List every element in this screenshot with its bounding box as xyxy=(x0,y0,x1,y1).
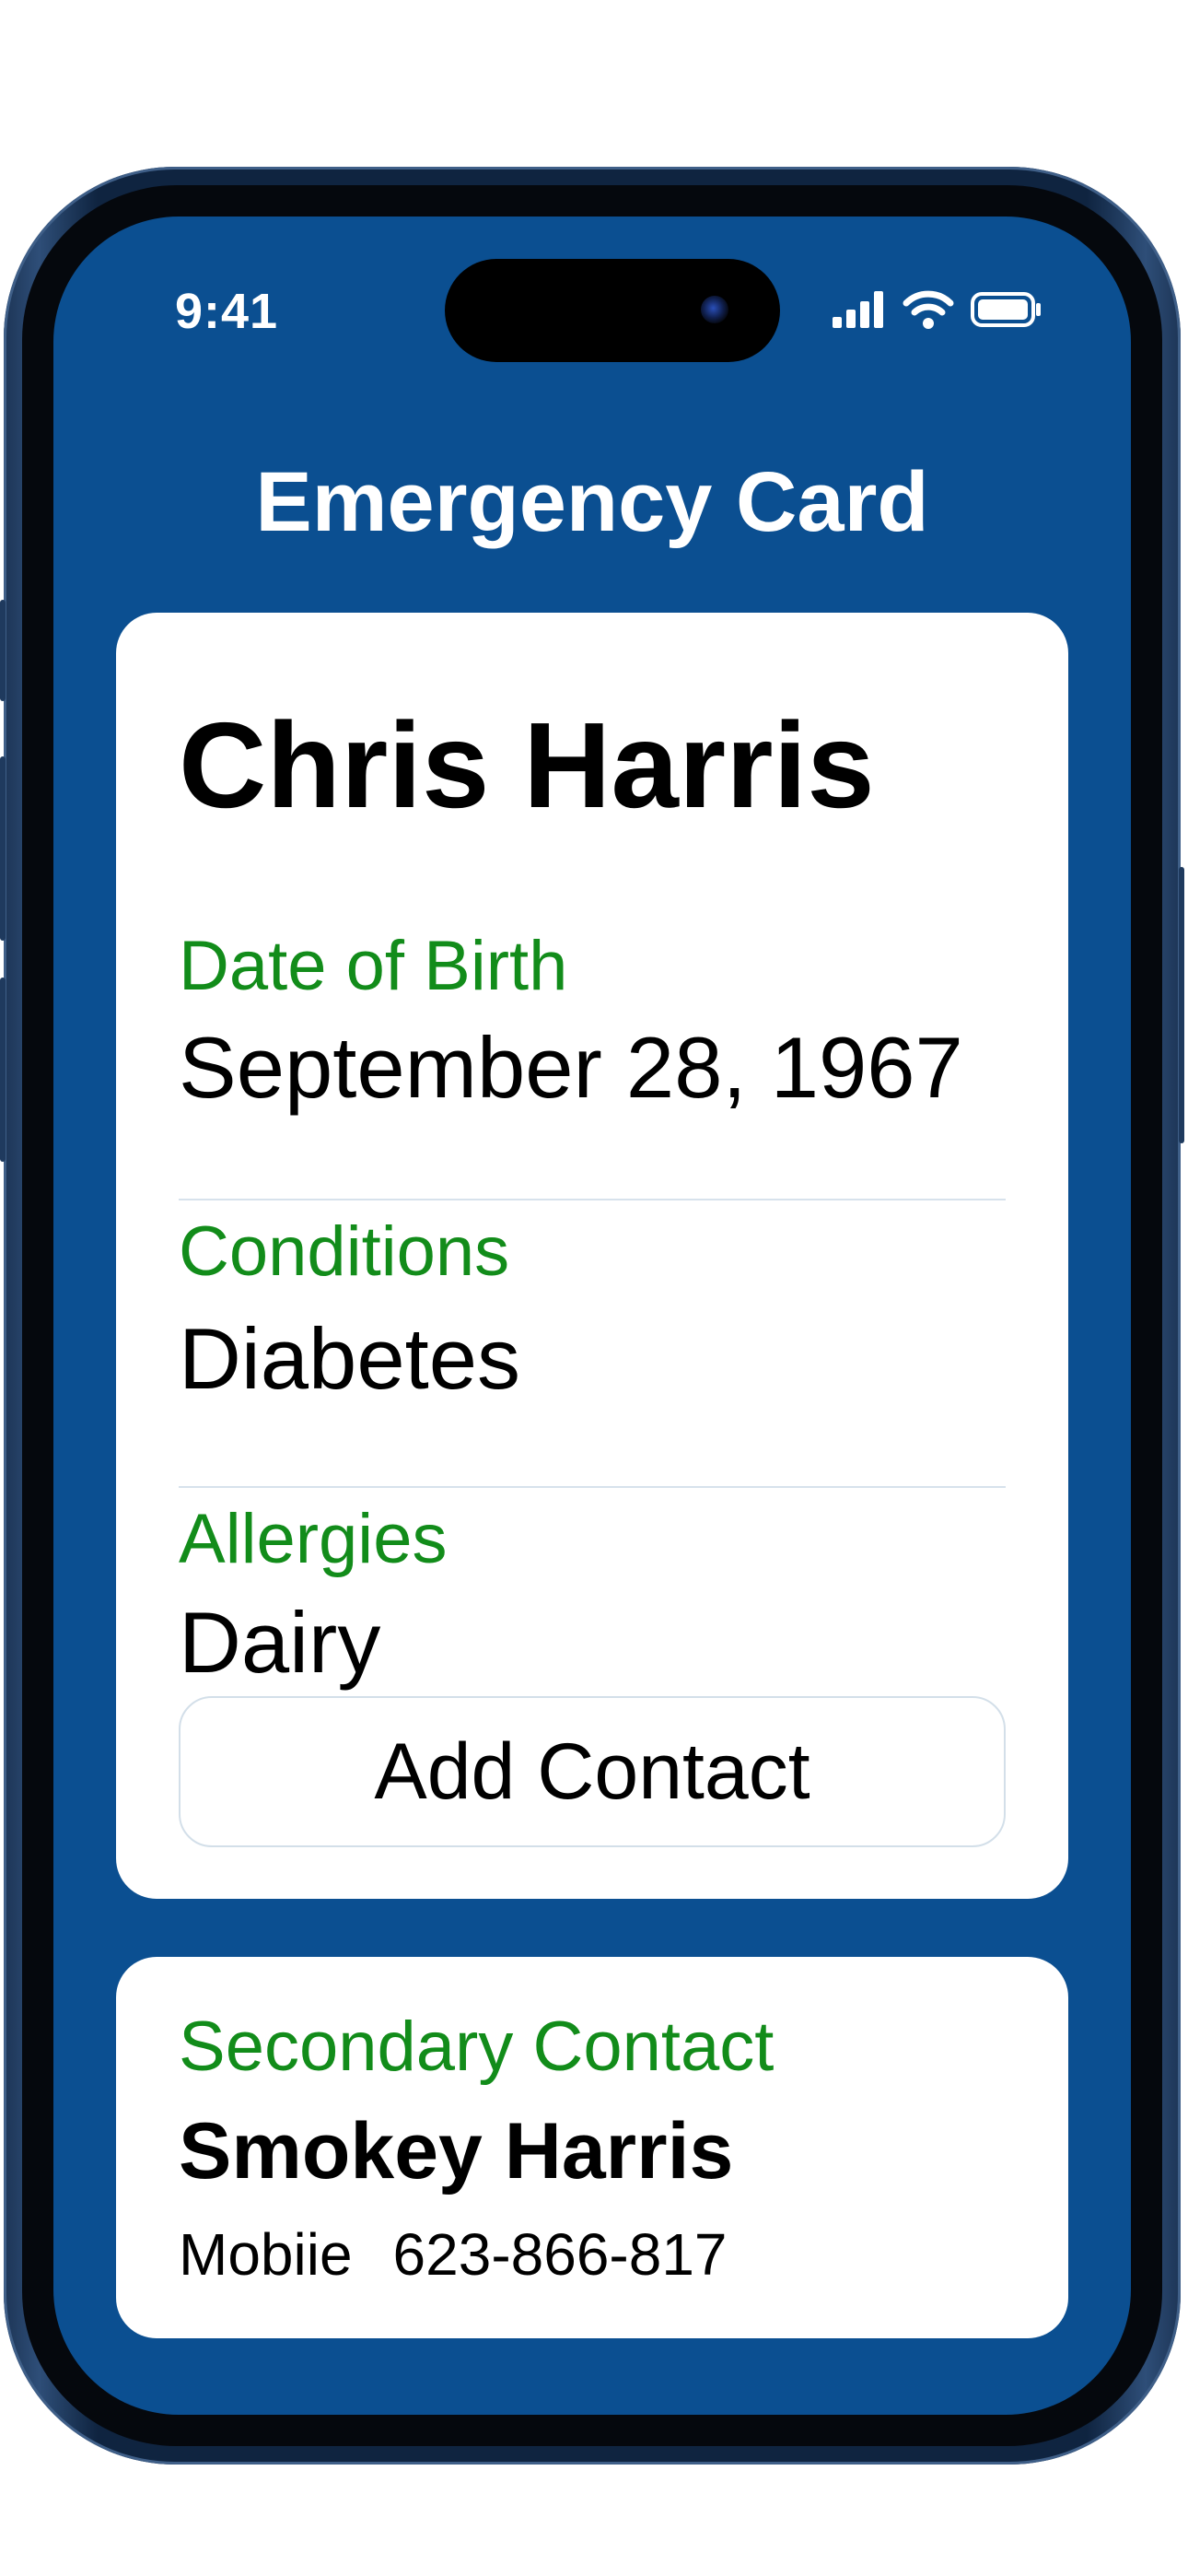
secondary-contact-name: Smokey Harris xyxy=(179,2107,734,2195)
date-of-birth-label: Date of Birth xyxy=(179,927,568,1005)
date-of-birth-value: September 28, 1967 xyxy=(179,1019,963,1116)
patient-name: Chris Harris xyxy=(179,697,875,833)
phone-number[interactable]: 623-866-817 xyxy=(393,2220,728,2289)
camera-icon xyxy=(701,296,728,323)
canvas: 9:41 Emergency Card Chris Harris Date of… xyxy=(0,0,1188,2576)
emergency-info-card: Chris Harris Date of Birth September 28,… xyxy=(116,613,1068,1899)
divider xyxy=(179,1199,1006,1200)
conditions-label: Conditions xyxy=(179,1212,510,1291)
status-time: 9:41 xyxy=(175,284,279,339)
divider xyxy=(179,1486,1006,1488)
secondary-contact-phone-row[interactable]: Mobiie 623-866-817 xyxy=(179,2220,728,2289)
action-button xyxy=(0,600,6,701)
phone-type-label: Mobiie xyxy=(179,2221,353,2288)
volume-down-button xyxy=(0,978,6,1162)
wifi-icon xyxy=(903,290,954,329)
phone-frame: 9:41 Emergency Card Chris Harris Date of… xyxy=(0,167,1184,2465)
cellular-signal-icon xyxy=(833,291,883,328)
phone-bezel: 9:41 Emergency Card Chris Harris Date of… xyxy=(22,185,1162,2446)
secondary-contact-card[interactable]: Secondary Contact Smokey Harris Mobiie 6… xyxy=(116,1957,1068,2338)
dynamic-island xyxy=(445,259,780,362)
page-title: Emergency Card xyxy=(255,455,929,549)
add-contact-button[interactable]: Add Contact xyxy=(179,1696,1006,1847)
battery-icon xyxy=(971,292,1041,327)
conditions-value: Diabetes xyxy=(179,1310,520,1407)
allergies-label: Allergies xyxy=(179,1500,448,1578)
allergies-value: Dairy xyxy=(179,1594,381,1691)
power-button xyxy=(1179,867,1184,1143)
phone-screen: 9:41 Emergency Card Chris Harris Date of… xyxy=(53,217,1131,2415)
volume-up-button xyxy=(0,756,6,941)
status-icons xyxy=(833,290,1042,329)
secondary-contact-label: Secondary Contact xyxy=(179,2008,775,2086)
